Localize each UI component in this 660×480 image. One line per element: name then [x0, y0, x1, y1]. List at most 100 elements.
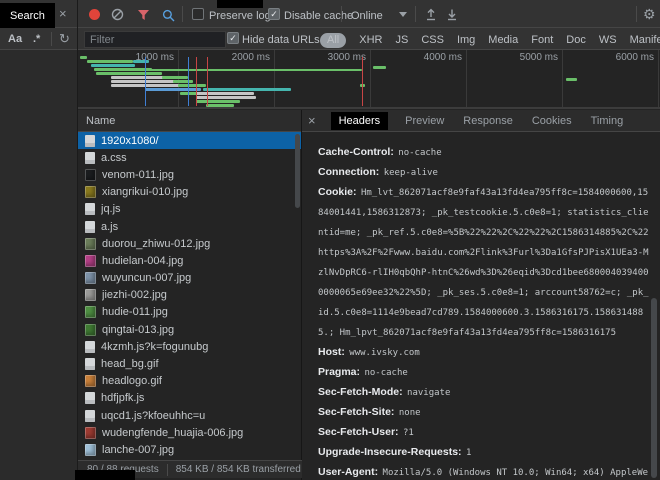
request-type-filter[interactable]: Media — [488, 34, 518, 46]
request-type-filter[interactable]: XHR — [359, 34, 382, 46]
header-row: Sec-Fetch-Mode: navigate — [318, 382, 652, 402]
details-tab[interactable]: Headers — [331, 112, 389, 130]
details-scrollbar[interactable] — [651, 298, 657, 478]
header-value: Hm_lvt_862071acf8e9faf43a13fd4ea795ff8c=… — [318, 188, 649, 338]
file-name: qingtai-013.jpg — [102, 324, 174, 336]
request-type-filter[interactable]: CSS — [421, 34, 444, 46]
file-name: 1920x1080/ — [101, 135, 159, 147]
request-type-filter[interactable]: Img — [457, 34, 475, 46]
waterfall-bar — [91, 64, 135, 67]
search-icon[interactable] — [162, 9, 175, 22]
request-row[interactable]: wudengfende_huajia-006.jpg — [78, 424, 302, 441]
page-event-line — [207, 57, 208, 106]
settings-gear-icon[interactable]: ⚙ — [643, 7, 656, 21]
hide-data-urls-label: Hide data URLs — [242, 34, 320, 46]
file-name: uqcd1.js?kfoeuhhc=u — [101, 410, 205, 422]
search-results-panel — [0, 50, 77, 480]
transferred-size: 854 KB / 854 KB transferred — [176, 464, 301, 475]
request-row[interactable]: uqcd1.js?kfoeuhhc=u — [78, 407, 302, 424]
overview-gridline — [466, 50, 467, 107]
record-icon[interactable] — [89, 9, 100, 20]
details-tab[interactable]: Timing — [589, 112, 626, 130]
page-event-line — [362, 57, 363, 106]
header-name: Sec-Fetch-Mode: — [318, 386, 403, 398]
preserve-log-label: Preserve log — [209, 10, 271, 22]
waterfall-bar — [80, 56, 87, 59]
request-row[interactable]: hudie-011.jpg — [78, 304, 302, 321]
request-type-filter[interactable]: Font — [531, 34, 553, 46]
close-details-icon[interactable]: × — [308, 114, 316, 127]
details-tab[interactable]: Preview — [403, 112, 446, 130]
details-tab[interactable]: Cookies — [530, 112, 574, 130]
file-icon — [85, 203, 95, 215]
waterfall-bar — [145, 88, 201, 91]
close-search-icon[interactable]: × — [59, 7, 67, 20]
waterfall-bar — [111, 80, 175, 83]
import-har-icon[interactable] — [425, 8, 437, 21]
request-row[interactable]: venom-011.jpg — [78, 166, 302, 183]
request-row[interactable]: 1920x1080/ — [78, 132, 302, 149]
header-value: keep-alive — [384, 168, 438, 178]
throttling-select[interactable]: Online — [351, 10, 383, 22]
header-row: Pragma: no-cache — [318, 362, 652, 382]
request-row[interactable]: a.css — [78, 149, 302, 166]
waterfall-bar — [173, 80, 193, 83]
chevron-down-icon[interactable] — [399, 12, 407, 17]
refresh-icon[interactable]: ↻ — [59, 32, 70, 45]
header-name: Cookie: — [318, 186, 357, 198]
request-type-filter[interactable]: WS — [599, 34, 617, 46]
request-type-filter[interactable]: Doc — [566, 34, 586, 46]
request-type-filter[interactable]: Manifest — [630, 34, 660, 46]
waterfall-bar — [203, 88, 291, 91]
request-row[interactable]: hdfjpfk.js — [78, 390, 302, 407]
waterfall-bar — [87, 60, 133, 63]
request-type-filter[interactable]: JS — [395, 34, 408, 46]
request-row[interactable]: 4kzmh.js?k=fogunubg — [78, 338, 302, 355]
overview-tick-label: 5000 ms — [502, 52, 558, 63]
request-row[interactable]: a.js — [78, 218, 302, 235]
file-name: head_bg.gif — [101, 358, 159, 370]
toolbar-separator — [182, 6, 183, 22]
regex-button[interactable]: .* — [33, 33, 40, 45]
export-har-icon[interactable] — [446, 8, 458, 21]
file-name: hudie-011.jpg — [102, 306, 168, 318]
match-case-button[interactable]: Aa — [8, 33, 22, 45]
file-name: 4kzmh.js?k=fogunubg — [101, 341, 208, 353]
name-column-header[interactable]: Name — [78, 110, 302, 132]
request-row[interactable]: qingtai-013.jpg — [78, 321, 302, 338]
request-row[interactable]: jiezhi-002.jpg — [78, 287, 302, 304]
request-row[interactable]: head_bg.gif — [78, 355, 302, 372]
request-row[interactable]: headlogo.gif — [78, 373, 302, 390]
request-row[interactable]: wuyuncun-007.jpg — [78, 270, 302, 287]
file-icon — [85, 238, 96, 250]
details-tab[interactable]: Response — [461, 112, 515, 130]
file-name: jq.js — [101, 203, 121, 215]
preserve-log-checkbox[interactable] — [192, 8, 204, 20]
request-type-filter[interactable]: All — [320, 33, 346, 48]
search-drawer-tab[interactable]: Search — [0, 3, 55, 28]
hide-data-urls-checkbox[interactable]: ✓ — [227, 32, 239, 44]
file-icon — [85, 255, 96, 267]
file-icon — [85, 341, 95, 353]
waterfall-bar — [196, 92, 254, 95]
toolbar-separator — [636, 6, 637, 22]
request-row[interactable]: duorou_zhiwu-012.jpg — [78, 235, 302, 252]
filter-input[interactable] — [84, 31, 226, 48]
file-name: wuyuncun-007.jpg — [102, 272, 191, 284]
file-icon — [85, 306, 96, 318]
page-event-line — [196, 57, 197, 106]
request-row[interactable]: lanche-007.jpg — [78, 441, 302, 458]
file-name: duorou_zhiwu-012.jpg — [102, 238, 210, 250]
header-value: no-cache — [398, 148, 441, 158]
request-headers-content: l;q=0.9,en-US;q=0.8,en;q=0.7,zh-TW;q=0.6… — [318, 135, 652, 480]
network-overview-waterfall[interactable]: 1000 ms2000 ms3000 ms4000 ms5000 ms6000 … — [78, 50, 660, 109]
clear-icon[interactable] — [111, 8, 124, 21]
disable-cache-checkbox[interactable]: ✓ — [268, 8, 280, 20]
filter-funnel-icon[interactable] — [137, 9, 150, 21]
request-row[interactable]: xiangrikui-010.jpg — [78, 184, 302, 201]
file-name: jiezhi-002.jpg — [102, 289, 167, 301]
list-scrollbar[interactable] — [295, 134, 300, 208]
request-row[interactable]: hudielan-004.jpg — [78, 252, 302, 269]
overview-gridline — [562, 50, 563, 107]
request-row[interactable]: jq.js — [78, 201, 302, 218]
